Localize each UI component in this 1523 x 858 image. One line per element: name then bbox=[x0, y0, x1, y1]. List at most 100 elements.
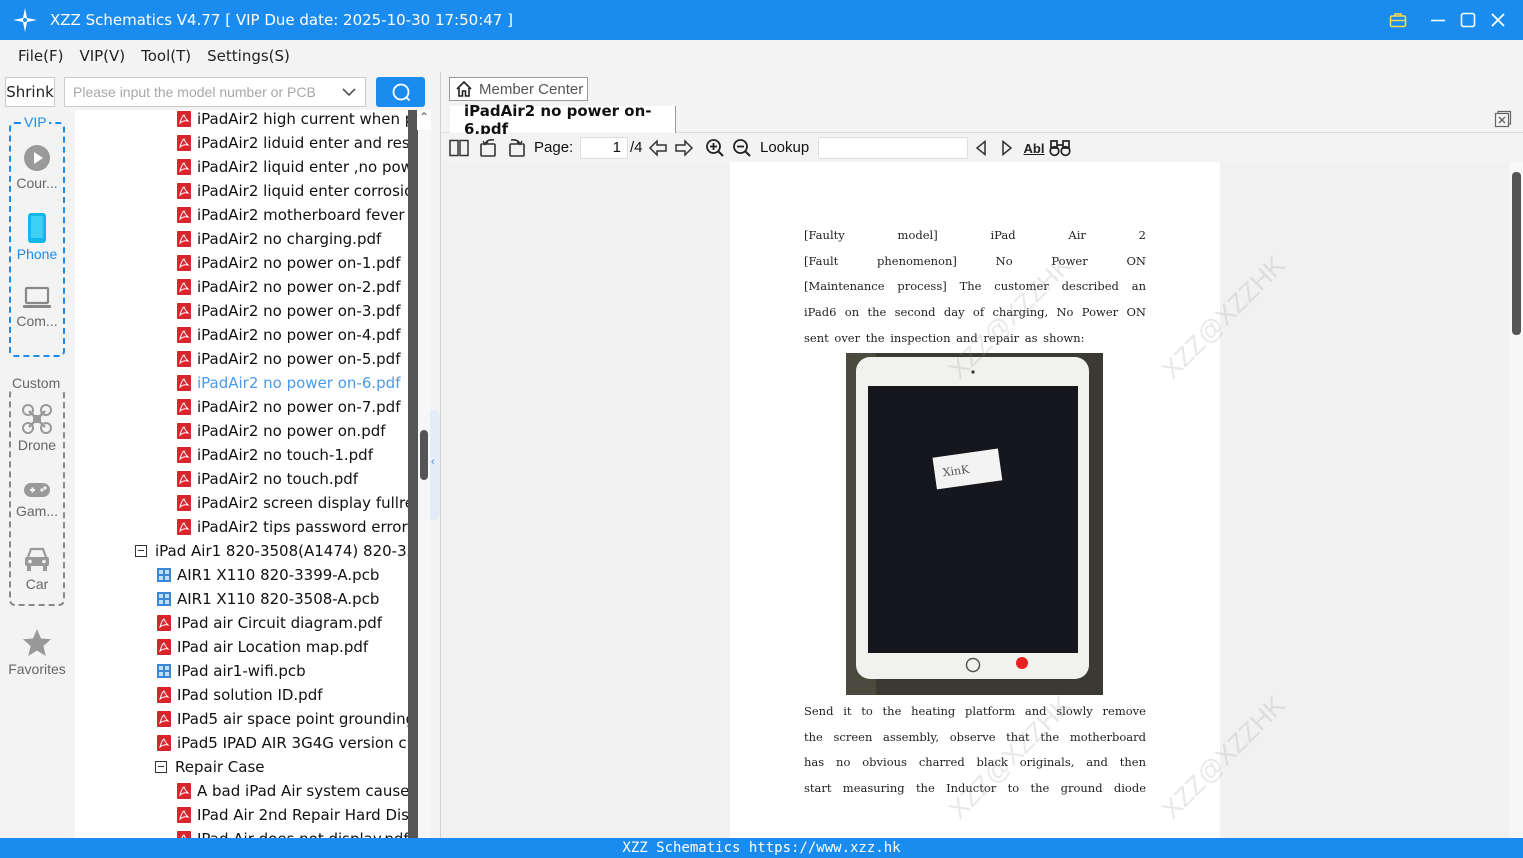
briefcase-icon[interactable] bbox=[1386, 8, 1410, 32]
find-previous-icon[interactable] bbox=[970, 137, 992, 159]
tree-file-item[interactable]: iPadAir2 no power on.pdf bbox=[177, 419, 386, 443]
nav-item-label: Favorites bbox=[8, 661, 66, 677]
close-button[interactable] bbox=[1486, 8, 1510, 32]
chevron-down-icon[interactable] bbox=[341, 84, 357, 100]
vip-group-label: VIP bbox=[22, 114, 49, 130]
nav-item-courses[interactable]: Cour... bbox=[4, 144, 70, 191]
pdf-file-icon bbox=[177, 351, 191, 367]
rotate-left-icon[interactable] bbox=[478, 137, 500, 159]
tree-file-item[interactable]: IPad Air does not display.pdf bbox=[177, 827, 408, 838]
tree-file-item[interactable]: iPadAir2 no power on-2.pdf bbox=[177, 275, 400, 299]
tree-item-label: iPadAir2 no charging.pdf bbox=[197, 230, 382, 248]
pdf-file-icon bbox=[157, 687, 171, 703]
tree-file-item[interactable]: IPad Air 2nd Repair Hard Disk V bbox=[177, 803, 408, 827]
member-center-button[interactable]: Member Center bbox=[449, 77, 588, 101]
tree-file-item[interactable]: iPadAir2 no power on-3.pdf bbox=[177, 299, 400, 323]
menu-bar: File(F) VIP(V) Tool(T) Settings(S) bbox=[0, 40, 1523, 72]
play-icon bbox=[24, 145, 50, 171]
nav-item-favorites[interactable]: Favorites bbox=[4, 628, 70, 677]
tree-item-label: iPadAir2 no power on.pdf bbox=[197, 422, 386, 440]
pdf-file-icon bbox=[157, 711, 171, 727]
maximize-button[interactable] bbox=[1456, 8, 1480, 32]
two-page-view-icon[interactable] bbox=[448, 137, 470, 159]
tree-file-item[interactable]: iPadAir2 no power on-4.pdf bbox=[177, 323, 400, 347]
pdf-file-icon bbox=[177, 231, 191, 247]
tree-file-item[interactable]: IPad air1-wifi.pcb bbox=[157, 659, 306, 683]
find-next-icon[interactable] bbox=[996, 137, 1018, 159]
zoom-out-icon[interactable] bbox=[731, 137, 753, 159]
pdf-file-icon bbox=[177, 303, 191, 319]
tree-file-item[interactable]: iPadAir2 no power on-5.pdf bbox=[177, 347, 400, 371]
close-tabs-icon[interactable] bbox=[1494, 110, 1512, 128]
tree-file-item[interactable]: AIR1 X110 820-3508-A.pcb bbox=[157, 587, 379, 611]
tree-file-item[interactable]: iPadAir2 high current when power on bbox=[177, 110, 408, 131]
nav-item-computer[interactable]: Com... bbox=[4, 286, 70, 329]
tree-file-item[interactable]: iPadAir2 liquid enter corrosion bbox=[177, 179, 408, 203]
tree-file-item[interactable]: iPadAir2 screen display fullred after bbox=[177, 491, 408, 515]
pdf-file-icon bbox=[177, 375, 191, 391]
tree-file-item[interactable]: iPadAir2 no power on-6.pdf bbox=[177, 371, 400, 395]
pcb-file-icon bbox=[157, 592, 171, 606]
panel-collapse-handle[interactable]: ‹ bbox=[430, 410, 440, 520]
lookup-input[interactable] bbox=[818, 137, 968, 159]
tree-file-item[interactable]: IPad5 air space point grounding cc bbox=[157, 707, 408, 731]
tree-file-item[interactable]: iPadAir2 liduid enter and resart bbox=[177, 131, 408, 155]
tree-item-label: iPadAir2 motherboard fever serious bbox=[197, 206, 408, 224]
tree-file-item[interactable]: iPadAir2 no touch.pdf bbox=[177, 467, 358, 491]
tree-file-item[interactable]: iPadAir2 liquid enter ,no power on bbox=[177, 155, 408, 179]
tree-file-item[interactable]: iPadAir2 no power on-1.pdf bbox=[177, 251, 400, 275]
previous-page-arrow-icon[interactable] bbox=[647, 137, 669, 159]
shrink-button[interactable]: Shrink bbox=[5, 77, 55, 107]
tree-file-item[interactable]: iPadAir2 tips password error when bbox=[177, 515, 408, 539]
next-page-arrow-icon[interactable] bbox=[673, 137, 695, 159]
search-button[interactable] bbox=[376, 77, 425, 107]
document-text-line: [Maintenance process] The customer descr… bbox=[804, 279, 1146, 294]
menu-tool[interactable]: Tool(T) bbox=[141, 47, 191, 65]
pdf-viewer[interactable]: [Faulty model] iPad Air 2 [Fault phenomen… bbox=[441, 162, 1509, 838]
document-text-line: Send it to the heating platform and slow… bbox=[804, 704, 1146, 718]
page-number-input[interactable]: 1 bbox=[580, 137, 628, 159]
tree-file-item[interactable]: IPad air Location map.pdf bbox=[157, 635, 368, 659]
status-bar: XZZ Schematics https://www.xzz.hk bbox=[0, 838, 1523, 858]
nav-item-phone[interactable]: Phone bbox=[4, 213, 70, 262]
viewer-scrollbar-thumb[interactable] bbox=[1512, 172, 1521, 335]
tree-file-item[interactable]: iPadAir2 no touch-1.pdf bbox=[177, 443, 373, 467]
collapse-toggle-icon[interactable] bbox=[155, 761, 167, 773]
home-icon bbox=[456, 80, 472, 97]
tab-document[interactable]: iPadAir2 no power on-6.pdf bbox=[450, 102, 676, 138]
nav-item-games[interactable]: Gam... bbox=[4, 480, 70, 519]
tree-file-item[interactable]: IPad air Circuit diagram.pdf bbox=[157, 611, 382, 635]
pdf-file-icon bbox=[177, 135, 191, 151]
collapse-toggle-icon[interactable] bbox=[135, 545, 147, 557]
tree-item-label: iPadAir2 no power on-7.pdf bbox=[197, 398, 401, 416]
binoculars-icon[interactable] bbox=[1049, 137, 1071, 159]
menu-file[interactable]: File(F) bbox=[18, 47, 63, 65]
tree-file-item[interactable]: A bad iPad Air system causes a bbox=[177, 779, 408, 803]
model-search-input[interactable] bbox=[65, 78, 335, 106]
rotate-right-icon[interactable] bbox=[505, 137, 527, 159]
minimize-button[interactable] bbox=[1426, 8, 1450, 32]
tree-item-label: iPadAir2 screen display fullred after bbox=[197, 494, 408, 512]
tree-item-label: iPadAir2 no power on-6.pdf bbox=[197, 374, 401, 392]
tree-file-item[interactable]: AIR1 X110 820-3399-A.pcb bbox=[157, 563, 379, 587]
tree-file-item[interactable]: iPadAir2 no charging.pdf bbox=[177, 227, 381, 251]
zoom-in-icon[interactable] bbox=[704, 137, 726, 159]
tree-file-item[interactable]: iPadAir2 motherboard fever serious bbox=[177, 203, 408, 227]
tree-scrollbar-thumb[interactable] bbox=[420, 430, 428, 480]
nav-item-label: Drone bbox=[17, 437, 57, 453]
match-case-icon[interactable]: Abl bbox=[1023, 137, 1045, 159]
pdf-file-icon bbox=[177, 279, 191, 295]
scroll-up-arrow-icon[interactable]: ⌃ bbox=[417, 110, 431, 130]
laptop-icon bbox=[23, 286, 51, 308]
tree-folder[interactable]: Repair Case bbox=[155, 755, 265, 779]
tree-file-item[interactable]: iPadAir2 no power on-7.pdf bbox=[177, 395, 400, 419]
tree-file-item[interactable]: iPad5 IPAD AIR 3G4G version chan bbox=[157, 731, 408, 755]
menu-settings[interactable]: Settings(S) bbox=[207, 47, 290, 65]
phone-icon bbox=[28, 213, 46, 243]
tree-folder[interactable]: iPad Air1 820-3508(A1474) 820-3399(A1475… bbox=[135, 539, 408, 563]
menu-vip[interactable]: VIP(V) bbox=[79, 47, 125, 65]
nav-item-car[interactable]: Car bbox=[4, 545, 70, 592]
tree-file-item[interactable]: IPad solution ID.pdf bbox=[157, 683, 323, 707]
tree-item-label: Repair Case bbox=[175, 758, 265, 776]
nav-item-drone[interactable]: Drone bbox=[4, 404, 70, 453]
